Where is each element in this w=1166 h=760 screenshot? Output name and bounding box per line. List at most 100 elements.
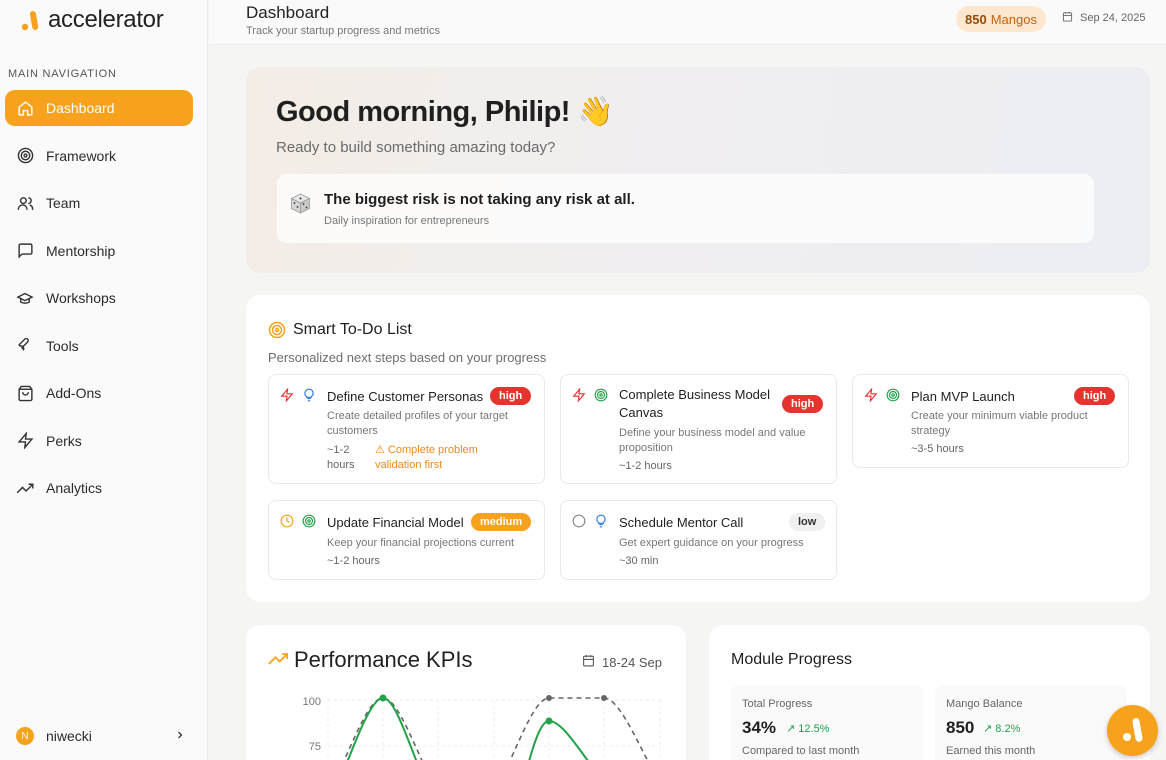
sidebar-item-label: Add-Ons [46, 385, 102, 401]
task-card-plan-mvp-launch[interactable]: Plan MVP Launch high Create your minimum… [852, 374, 1129, 468]
sidebar-item-tools[interactable]: Tools [5, 328, 193, 364]
zap-icon [280, 388, 294, 402]
task-description-line: Create detailed profiles of your target [327, 410, 508, 422]
users-icon [16, 194, 34, 212]
page-subtitle: Track your startup progress and metrics [246, 25, 440, 37]
task-time: ~30 min [619, 555, 659, 567]
task-card-schedule-mentor-call[interactable]: Schedule Mentor Call low Get expert guid… [560, 500, 837, 580]
task-description-line: customers [327, 425, 378, 437]
header-date: Sep 24, 2025 [1062, 11, 1145, 25]
message-square-icon [16, 242, 34, 260]
user-menu[interactable]: N niwecki [16, 727, 186, 745]
task-description-line: Define your business model and value [619, 427, 806, 439]
zap-icon [572, 388, 586, 402]
stat-value: 850 [946, 718, 975, 737]
data-point [379, 694, 387, 702]
greeting-title: Good morning, Philip! 👋 [276, 96, 614, 128]
y-tick: 75 [309, 741, 321, 753]
task-time-line: hours [327, 459, 355, 471]
stat-note: Compared to last month [742, 745, 860, 757]
kpi-line-chart: 100 75 [303, 694, 661, 760]
sidebar-item-label: Analytics [46, 480, 103, 496]
sidebar-item-label: Dashboard [46, 100, 115, 116]
sidebar-item-team[interactable]: Team [5, 185, 193, 221]
logo-text: accelerator [48, 6, 164, 33]
priority-badge: high [782, 395, 824, 413]
stat-label: Mango Balance [946, 698, 1023, 710]
todo-subtitle: Personalized next steps based on your pr… [268, 350, 547, 365]
task-description-line: proposition [619, 442, 673, 454]
user-name: niwecki [46, 728, 92, 744]
stat-mango-balance: Mango Balance 850 ↗ 8.2% Earned this mon… [935, 685, 1127, 760]
task-description: Create detailed profiles of your target … [327, 409, 508, 439]
avatar: N [16, 727, 34, 745]
y-tick: 100 [303, 696, 321, 708]
page-title: Dashboard [246, 3, 330, 22]
trending-up-icon [16, 479, 34, 497]
task-title-line: Canvas [619, 405, 664, 420]
zap-icon [16, 432, 34, 450]
stat-note: Earned this month [946, 745, 1036, 757]
task-card-define-customer-personas[interactable]: Define Customer Personas high Create det… [268, 374, 545, 484]
priority-badge: low [789, 513, 826, 531]
task-warning: ⚠ Complete problem validation first [375, 443, 478, 473]
task-description: Create your minimum viable product strat… [911, 409, 1088, 439]
task-title: Complete Business Model Canvas [619, 386, 770, 422]
zap-icon [864, 388, 878, 402]
welcome-hero: Good morning, Philip! 👋 Ready to build s… [246, 67, 1150, 273]
quote-text: The biggest risk is not taking any risk … [324, 191, 635, 208]
sidebar-item-workshops[interactable]: Workshops [5, 280, 193, 316]
task-card-update-financial-model[interactable]: Update Financial Model medium Keep your … [268, 500, 545, 580]
sidebar-item-analytics[interactable]: Analytics [5, 470, 193, 506]
sidebar-item-dashboard[interactable]: Dashboard [5, 90, 193, 126]
nav-heading: MAIN NAVIGATION [8, 68, 117, 80]
lightbulb-icon [304, 388, 314, 402]
priority-badge: high [1074, 387, 1116, 405]
wrench-icon [16, 337, 34, 355]
sidebar-item-perks[interactable]: Perks [5, 423, 193, 459]
task-warning-line: ⚠ Complete problem [375, 444, 478, 456]
todo-title: Smart To-Do List [293, 321, 412, 338]
data-point [545, 717, 553, 725]
module-progress-card: Module Progress Total Progress 34% ↗ 12.… [709, 625, 1150, 760]
sidebar-item-framework[interactable]: Framework [5, 138, 193, 174]
main-navigation: Dashboard Framework Team Mentorship Work… [5, 90, 193, 518]
quote-caption: Daily inspiration for entrepreneurs [324, 215, 490, 227]
mangos-count: 850 [965, 11, 987, 27]
task-title: Update Financial Model [327, 515, 464, 530]
stat-label: Total Progress [742, 698, 813, 710]
mangos-badge[interactable]: 850 Mangos [956, 6, 1046, 32]
circle-icon [572, 514, 586, 528]
logo[interactable]: accelerator [20, 6, 164, 34]
dice-icon [290, 193, 311, 214]
greeting-subtitle: Ready to build something amazing today? [276, 139, 556, 156]
task-description-line: strategy [911, 425, 951, 437]
task-time: ~3-5 hours [911, 443, 964, 455]
chevron-right-icon [174, 728, 186, 744]
sidebar-item-mentorship[interactable]: Mentorship [5, 233, 193, 269]
data-point [601, 695, 607, 701]
smart-todo-card: Smart To-Do List Personalized next steps… [246, 295, 1150, 602]
target-icon [594, 388, 608, 402]
data-point [546, 695, 552, 701]
stat-value: 34% [742, 718, 777, 737]
daily-quote-card: The biggest risk is not taking any risk … [277, 174, 1094, 243]
task-description: Define your business model and value pro… [619, 426, 806, 456]
assistant-fab-button[interactable] [1107, 705, 1158, 756]
task-title-line: Complete Business Model [619, 387, 771, 402]
module-title: Module Progress [731, 651, 852, 668]
performance-kpis-card: Performance KPIs 18-24 Sep 100 75 [246, 625, 686, 760]
logo-mark-icon [1123, 718, 1143, 742]
clock-icon [280, 514, 294, 528]
top-header: Dashboard Track your startup progress an… [209, 0, 1166, 45]
sidebar-item-label: Perks [46, 432, 82, 449]
task-card-complete-business-model-canvas[interactable]: Complete Business Model Canvas high Defi… [560, 374, 837, 484]
task-title: Define Customer Personas [327, 389, 484, 404]
logo-mark-icon [21, 11, 39, 31]
stat-total-progress: Total Progress 34% ↗ 12.5% Compared to l… [731, 685, 923, 760]
target-icon [268, 321, 286, 339]
date-text: Sep 24, 2025 [1080, 12, 1146, 24]
sidebar-item-add-ons[interactable]: Add-Ons [5, 375, 193, 411]
stat-delta: ↗ 8.2% [983, 723, 1021, 735]
shopping-bag-icon [16, 384, 34, 402]
